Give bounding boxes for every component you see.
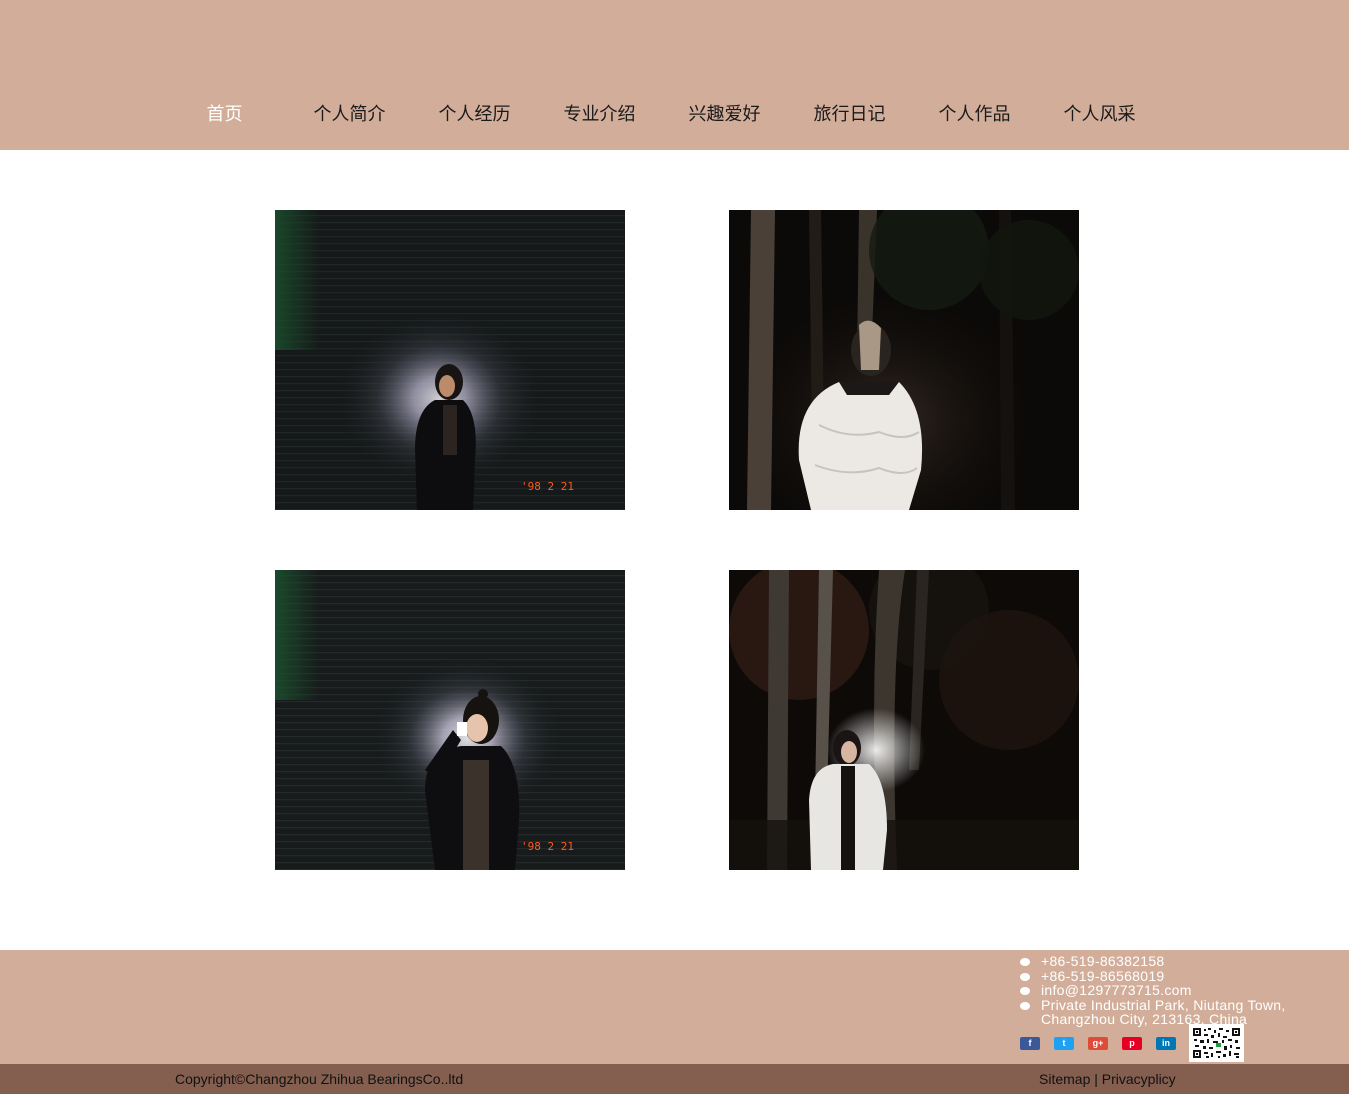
nav-item-experience[interactable]: 个人经历 [412, 96, 537, 134]
google-plus-icon[interactable]: g+ [1088, 1037, 1108, 1050]
contact-address: Private Industrial Park, Niutang Town, [1018, 997, 1349, 1013]
nav-item-travel-diary[interactable]: 旅行日记 [787, 96, 912, 134]
qr-code-image [1192, 1027, 1241, 1059]
gallery-photo-3[interactable]: '98 2 21 [275, 570, 625, 870]
facebook-icon[interactable]: f [1020, 1037, 1040, 1050]
location-icon [1020, 1001, 1030, 1010]
twitter-icon[interactable]: t [1054, 1037, 1074, 1050]
qr-code-icon [1189, 1024, 1244, 1062]
contact-phone-1: +86-519-86382158 [1018, 954, 1349, 969]
nav-item-major[interactable]: 专业介绍 [537, 96, 662, 134]
fax-icon [1020, 972, 1030, 981]
copyright-text: Copyright©Changzhou Zhihua BearingsCo..l… [175, 1071, 464, 1087]
contact-address-continued: Changzhou City, 213163, China [1018, 1012, 1349, 1027]
sitemap-link[interactable]: Sitemap [1039, 1071, 1090, 1087]
gallery-photo-1[interactable]: '98 2 21 [275, 210, 625, 510]
site-header: 首页 个人简介 个人经历 专业介绍 兴趣爱好 旅行日记 个人作品 个人风采 [0, 0, 1349, 150]
email-icon [1020, 987, 1030, 995]
photo-1-image: '98 2 21 [275, 210, 625, 510]
phone-icon [1020, 958, 1030, 966]
nav-item-works[interactable]: 个人作品 [912, 96, 1037, 134]
nav-item-profile[interactable]: 个人简介 [287, 96, 412, 134]
photo-3-image: '98 2 21 [275, 570, 625, 870]
footer-bottom-bar: Copyright©Changzhou Zhihua BearingsCo..l… [0, 1064, 1349, 1094]
linkedin-icon[interactable]: in [1156, 1037, 1176, 1050]
nav-item-gallery[interactable]: 个人风采 [1037, 96, 1162, 134]
link-separator: | [1090, 1071, 1102, 1087]
photo-2-image [729, 210, 1079, 510]
main-nav: 首页 个人简介 个人经历 专业介绍 兴趣爱好 旅行日记 个人作品 个人风采 [162, 96, 1162, 134]
photo-1-date-stamp: '98 2 21 [521, 480, 574, 493]
contact-info: +86-519-86382158 +86-519-86568019 info@1… [1018, 954, 1349, 1027]
contact-phone-2: +86-519-86568019 [1018, 968, 1349, 984]
site-footer: +86-519-86382158 +86-519-86568019 info@1… [0, 950, 1349, 1064]
nav-item-hobbies[interactable]: 兴趣爱好 [662, 96, 787, 134]
gallery-photo-4[interactable] [729, 570, 1079, 870]
social-links: f t g+ p in [1020, 1037, 1190, 1050]
gallery-photo-2[interactable] [729, 210, 1079, 510]
pinterest-icon[interactable]: p [1122, 1037, 1142, 1050]
photo-3-date-stamp: '98 2 21 [521, 840, 574, 853]
privacy-link[interactable]: Privacyplicy [1102, 1071, 1176, 1087]
photo-4-image [729, 570, 1079, 870]
contact-email: info@1297773715.com [1018, 983, 1349, 998]
nav-item-home[interactable]: 首页 [162, 96, 287, 134]
footer-legal-links: Sitemap | Privacyplicy [1039, 1071, 1176, 1087]
